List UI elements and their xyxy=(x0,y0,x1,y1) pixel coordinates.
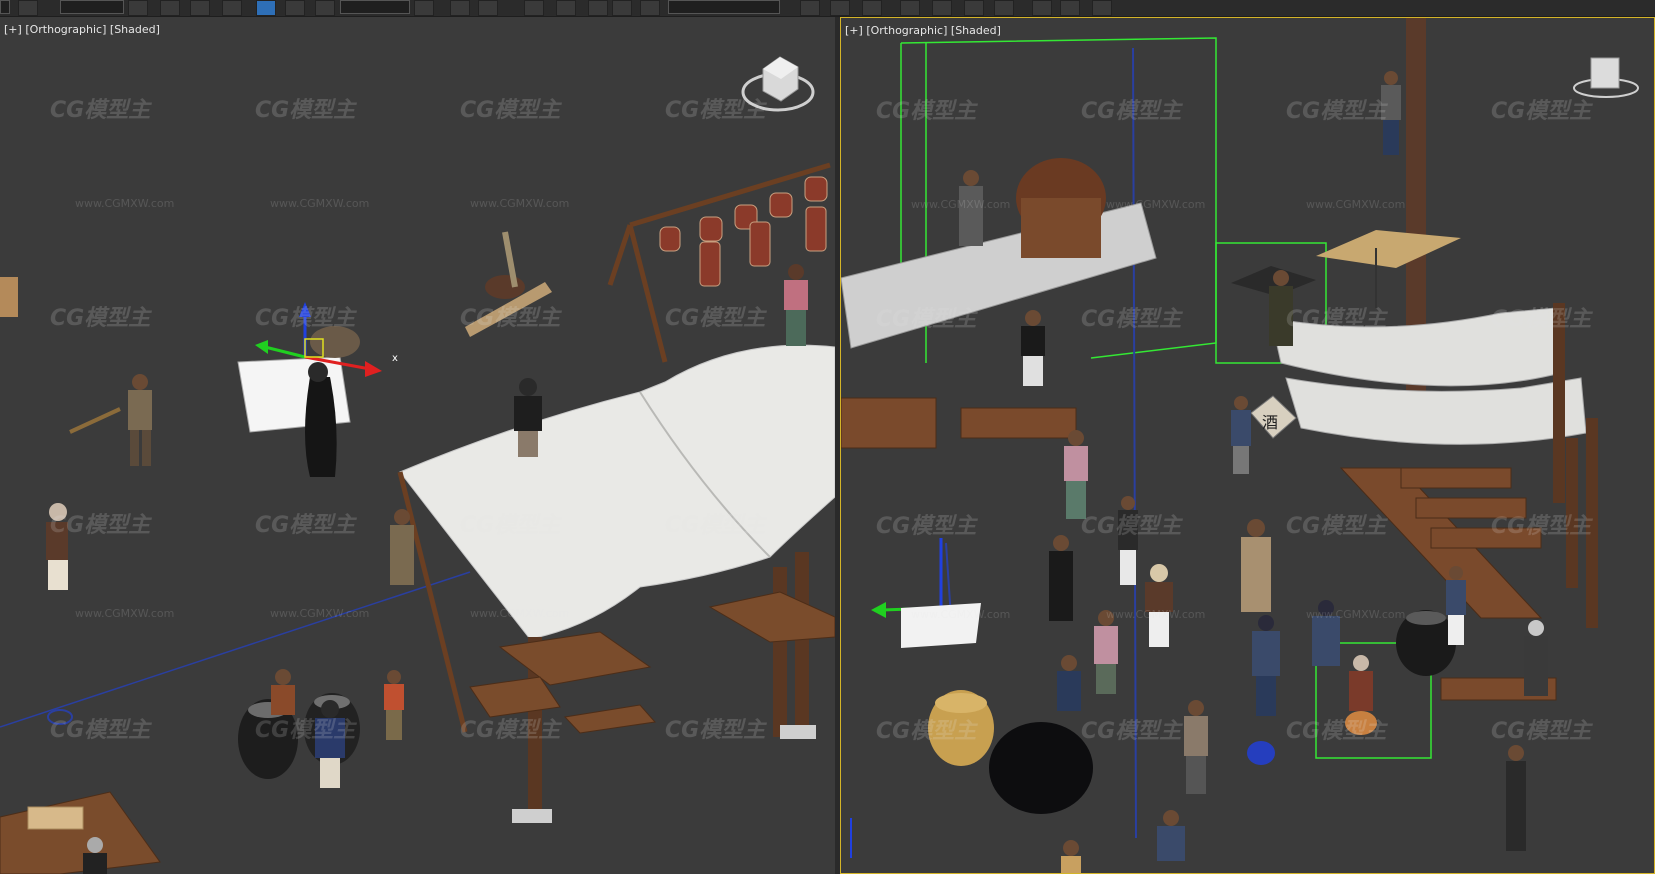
selection-filter-dropdown[interactable] xyxy=(60,0,124,14)
crate xyxy=(0,277,18,317)
person xyxy=(1145,564,1173,647)
person xyxy=(1231,396,1251,474)
tables xyxy=(0,591,835,874)
render-production-icon[interactable] xyxy=(994,0,1014,16)
rect-region-icon[interactable] xyxy=(190,0,210,16)
edit-named-sel-icon[interactable] xyxy=(640,0,660,16)
layer-explorer-icon[interactable] xyxy=(800,0,820,16)
curve-editor-icon[interactable] xyxy=(830,0,850,16)
parasol[interactable] xyxy=(1231,230,1461,308)
render-iterative-icon[interactable] xyxy=(1060,0,1080,16)
render-setup-icon[interactable] xyxy=(932,0,952,16)
pivot-icon[interactable] xyxy=(414,0,434,16)
viewport-left[interactable]: [+] [Orthographic] [Shaded] x CG模型主 CG模型… xyxy=(0,17,835,874)
cloth-sheet xyxy=(841,202,1157,349)
snaps-icon[interactable] xyxy=(450,0,470,16)
rendered-frame-icon[interactable] xyxy=(964,0,984,16)
select-scale-icon[interactable] xyxy=(315,0,335,16)
schematic-icon[interactable] xyxy=(862,0,882,16)
scene-right: 酒 xyxy=(841,18,1639,873)
link-icon[interactable] xyxy=(18,0,38,16)
viewport-right[interactable]: [+] [Orthographic] [Shaded] 酒 CG模型主 CG模型… xyxy=(840,17,1655,874)
main-toolbar xyxy=(0,0,1655,17)
person xyxy=(1345,655,1377,735)
a360-icon[interactable] xyxy=(1092,0,1112,16)
person xyxy=(1241,519,1271,612)
select-by-name-icon[interactable] xyxy=(160,0,180,16)
wine-flag-text: 酒 xyxy=(1262,413,1278,432)
gizmo-x-label: x xyxy=(392,353,398,364)
selected-object[interactable] xyxy=(237,326,360,477)
percent-snap-icon[interactable] xyxy=(524,0,544,16)
angle-snap-icon[interactable] xyxy=(478,0,498,16)
person xyxy=(1021,310,1045,386)
named-selection-field[interactable] xyxy=(668,0,780,14)
person xyxy=(128,374,152,466)
scene-left: x xyxy=(0,56,835,874)
person xyxy=(1524,620,1548,696)
mirror-icon[interactable] xyxy=(588,0,608,16)
broom xyxy=(69,407,121,434)
person xyxy=(784,264,808,346)
person xyxy=(1506,745,1526,851)
person xyxy=(1184,700,1208,794)
select-rotate-icon[interactable] xyxy=(285,0,305,16)
person xyxy=(1064,430,1088,519)
bench-figure[interactable] xyxy=(465,231,552,337)
person xyxy=(1381,71,1401,155)
window-crossing-icon[interactable] xyxy=(222,0,242,16)
wine-flag[interactable]: 酒 xyxy=(1250,395,1297,439)
person xyxy=(271,669,295,715)
ref-coord-dropdown[interactable] xyxy=(340,0,410,14)
select-move-icon[interactable] xyxy=(256,0,276,16)
transform-gizmo-right[interactable] xyxy=(871,538,981,648)
person xyxy=(1061,840,1081,873)
person xyxy=(514,378,542,457)
person xyxy=(384,670,404,740)
person xyxy=(46,503,68,590)
person xyxy=(1094,610,1118,694)
material-editor-icon[interactable] xyxy=(900,0,920,16)
person xyxy=(1157,810,1185,861)
render-icon[interactable] xyxy=(1032,0,1052,16)
barrel[interactable] xyxy=(1016,158,1106,258)
person xyxy=(1057,655,1081,711)
person xyxy=(1252,615,1280,716)
person xyxy=(1312,600,1340,666)
person xyxy=(1049,535,1073,621)
person xyxy=(959,170,983,246)
spinner-snap-icon[interactable] xyxy=(556,0,576,16)
align-icon[interactable] xyxy=(612,0,632,16)
select-object-icon[interactable] xyxy=(128,0,148,16)
viewcube[interactable] xyxy=(741,56,815,112)
undo-icon[interactable] xyxy=(0,0,10,14)
viewcube[interactable] xyxy=(1573,57,1639,98)
awnings-right[interactable] xyxy=(1270,307,1587,445)
